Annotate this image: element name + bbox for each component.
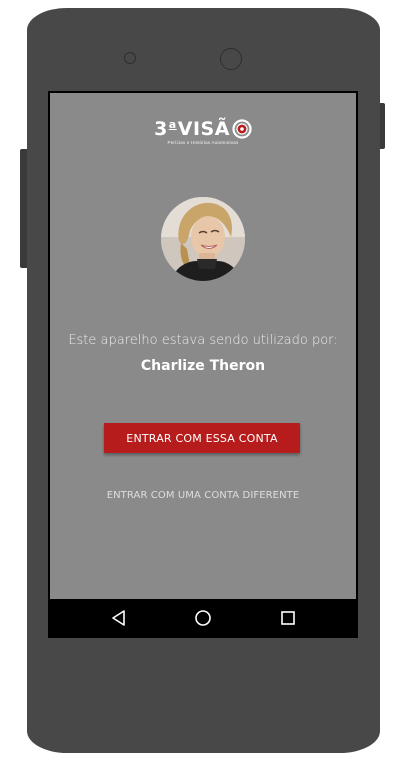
logo-wordmark: 3 a VIS Ã xyxy=(154,118,252,140)
logo-word-end: Ã xyxy=(214,118,230,140)
proximity-sensor xyxy=(124,52,136,64)
login-different-account-link[interactable]: ENTRAR COM UMA CONTA DIFERENTE xyxy=(50,490,356,501)
logo-tagline: Perícias e Histórias Automotivas xyxy=(167,140,239,145)
logo-ordinal: a xyxy=(168,118,177,131)
user-name: Charlize Theron xyxy=(140,358,266,374)
phone-screen: 3 a VIS Ã Perícias e Histórias Automotivas xyxy=(48,91,358,638)
back-triangle-icon[interactable] xyxy=(109,608,129,628)
avatar xyxy=(161,197,245,281)
target-icon xyxy=(232,119,252,139)
logo-word: VIS xyxy=(177,118,215,140)
app-logo: 3 a VIS Ã Perícias e Histórias Automotivas xyxy=(50,118,356,145)
login-screen: 3 a VIS Ã Perícias e Histórias Automotivas xyxy=(50,93,356,599)
login-with-account-button[interactable]: ENTRAR COM ESSA CONTA xyxy=(104,423,300,453)
home-circle-icon[interactable] xyxy=(193,608,213,628)
android-nav-bar xyxy=(50,599,356,636)
user-photo-icon xyxy=(161,197,245,281)
device-user-prompt: Este aparelho estava sendo utilizado por… xyxy=(68,333,338,348)
front-camera xyxy=(220,48,242,70)
logo-number: 3 xyxy=(154,118,168,140)
recents-square-icon[interactable] xyxy=(278,608,298,628)
